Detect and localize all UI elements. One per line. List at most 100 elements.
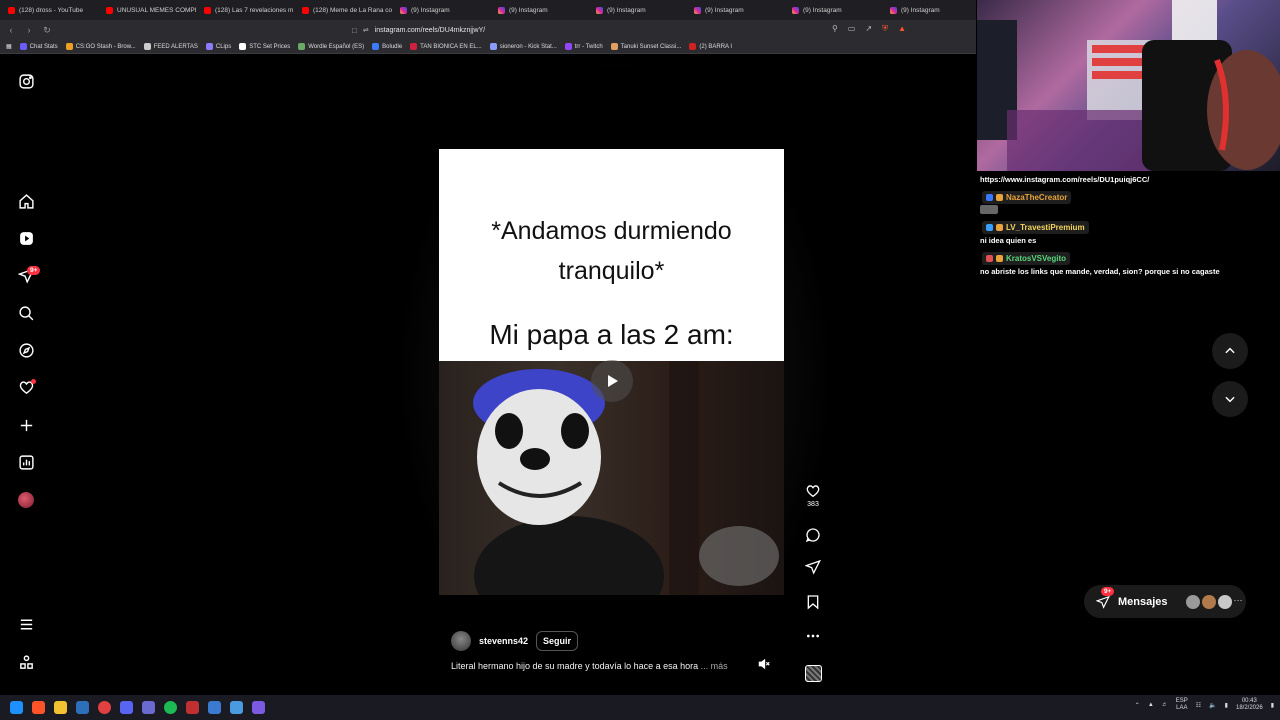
follow-button[interactable]: Seguir bbox=[536, 631, 579, 651]
browser-tab[interactable]: (128) Meme de La Rana co... bbox=[294, 0, 392, 20]
browser-tab[interactable]: (9) Instagram bbox=[392, 0, 490, 20]
instagram-icon bbox=[792, 6, 799, 14]
bookmark-item[interactable]: sioneron - Kick Stat... bbox=[489, 43, 557, 50]
app-icon[interactable] bbox=[252, 701, 265, 714]
language-indicator[interactable]: ESP LAA bbox=[1176, 698, 1188, 712]
clock-time: 00:43 bbox=[1241, 698, 1257, 704]
file-explorer-icon[interactable] bbox=[54, 701, 67, 714]
address-bar[interactable]: □ ⇌ instagram.com/reels/DU4mkznjjwY/ bbox=[352, 23, 912, 37]
like-action[interactable]: 383 bbox=[803, 483, 823, 508]
discord-icon[interactable] bbox=[120, 701, 133, 714]
address-text[interactable]: instagram.com/reels/DU4mkznjjwY/ bbox=[375, 27, 485, 34]
zoom-icon[interactable]: ⚲ bbox=[832, 24, 838, 34]
app-icon[interactable] bbox=[208, 701, 221, 714]
bookmark-item[interactable]: Boludle bbox=[372, 43, 402, 50]
bookmark-favicon-icon bbox=[564, 43, 572, 50]
steam-icon[interactable] bbox=[76, 701, 89, 714]
audio-thumbnail[interactable] bbox=[805, 665, 822, 682]
spotify-icon[interactable] bbox=[164, 701, 177, 714]
reload-icon[interactable]: ↻ bbox=[40, 25, 54, 36]
bookmark-item[interactable]: FEED ALERTAS bbox=[143, 43, 198, 50]
site-info-icon[interactable]: ⇌ bbox=[363, 26, 369, 34]
toolbar-actions: ⚲ ▭ ↗ ⛨ ▲ bbox=[832, 24, 906, 34]
search-icon[interactable] bbox=[17, 304, 35, 322]
more-apps-icon[interactable] bbox=[17, 653, 35, 671]
reel-video[interactable]: *Andamos durmiendo tranquilo* Mi papa a … bbox=[439, 67, 784, 684]
forward-icon[interactable]: › bbox=[22, 25, 36, 35]
bookmark-label: TAN BIONICA EN EL... bbox=[420, 43, 482, 50]
brave-rewards-icon[interactable]: ▲ bbox=[898, 24, 906, 34]
screen-icon[interactable]: ▭ bbox=[848, 24, 856, 34]
next-reel-button[interactable] bbox=[1212, 381, 1248, 417]
browser-tab[interactable]: (128) Las 7 revelaciones m... bbox=[196, 0, 294, 20]
browser-tab[interactable]: (9) Instagram bbox=[784, 0, 882, 20]
brave-shield-icon[interactable]: ⛨ bbox=[882, 24, 888, 34]
back-icon[interactable]: ‹ bbox=[4, 25, 18, 35]
wifi-icon[interactable]: ☷ bbox=[1196, 702, 1201, 709]
instagram-icon bbox=[694, 6, 701, 14]
apps-icon[interactable]: ▦ bbox=[6, 43, 12, 50]
share-icon[interactable]: ↗ bbox=[865, 24, 872, 34]
instagram-logo-icon[interactable] bbox=[17, 72, 35, 90]
notifications-icon[interactable]: ▮ bbox=[1271, 702, 1274, 709]
caption-more-link[interactable]: ... más bbox=[701, 661, 728, 671]
volume-icon[interactable]: ♬ bbox=[1162, 702, 1168, 708]
bookmark-item[interactable]: Tanuki Sunset Classi... bbox=[610, 43, 681, 50]
share-icon[interactable] bbox=[803, 559, 823, 575]
browser-tab[interactable]: (128) dross - YouTube bbox=[0, 0, 98, 20]
bookmark-item[interactable]: CS:GO Stash - Brow... bbox=[65, 43, 136, 50]
reels-icon[interactable] bbox=[17, 229, 35, 247]
instagram-icon bbox=[890, 6, 897, 14]
profile-avatar[interactable] bbox=[18, 492, 34, 508]
bookmark-item[interactable]: (2) BARRA I bbox=[689, 43, 732, 50]
author-name[interactable]: stevenns42 bbox=[479, 636, 528, 646]
activity-dot bbox=[31, 379, 36, 384]
network-icon[interactable]: ▲ bbox=[1148, 702, 1154, 708]
bookmark-label: Chat Stats bbox=[29, 43, 58, 50]
bookmark-item[interactable]: TAN BIONICA EN EL... bbox=[410, 43, 482, 50]
bookmark-item[interactable]: Chat Stats bbox=[19, 43, 58, 50]
menu-icon[interactable] bbox=[17, 615, 35, 633]
browser-tab[interactable]: (9) Instagram bbox=[490, 0, 588, 20]
bookmark-item[interactable]: CLips bbox=[205, 43, 231, 50]
like-heart-icon[interactable] bbox=[805, 483, 821, 499]
bookmark-item[interactable]: trr - Twitch bbox=[564, 43, 603, 50]
tray-chevron-icon[interactable]: ⌃ bbox=[1135, 702, 1140, 709]
home-icon[interactable] bbox=[17, 192, 35, 210]
clock[interactable]: 00:43 18/2/2026 bbox=[1236, 698, 1263, 712]
instagram-page: 9+ *Andamos durmiendo tranquilo* Mi papa… bbox=[0, 55, 976, 693]
tab-label: (9) Instagram bbox=[411, 6, 450, 14]
bookmark-star-icon[interactable]: □ bbox=[352, 26, 357, 35]
bookmark-item[interactable]: Wordle Español (ES) bbox=[298, 43, 364, 50]
app-icon[interactable] bbox=[142, 701, 155, 714]
browser-tab[interactable]: (9) Instagram bbox=[686, 0, 784, 20]
bookmark-item[interactable]: STC Set Prices bbox=[239, 43, 290, 50]
chrome-icon[interactable] bbox=[98, 701, 111, 714]
browser-tab[interactable]: (9) Instagram bbox=[882, 0, 976, 20]
browser-tab[interactable]: (9) Instagram bbox=[588, 0, 686, 20]
create-icon[interactable] bbox=[17, 416, 35, 434]
windows-start-icon[interactable] bbox=[10, 701, 23, 714]
app-icon[interactable] bbox=[230, 701, 243, 714]
more-dots-icon: ··· bbox=[1233, 594, 1243, 605]
author-avatar[interactable] bbox=[451, 631, 471, 651]
explore-icon[interactable] bbox=[17, 341, 35, 359]
brave-browser-icon[interactable] bbox=[32, 701, 45, 714]
recording-app-icon[interactable] bbox=[186, 701, 199, 714]
messages-badge: 9+ bbox=[1101, 587, 1115, 596]
more-options-icon[interactable] bbox=[803, 628, 823, 644]
bookmark-favicon-icon bbox=[372, 43, 380, 50]
tab-label: (9) Instagram bbox=[607, 6, 646, 14]
previous-reel-button[interactable] bbox=[1212, 333, 1248, 369]
mute-icon[interactable] bbox=[757, 657, 771, 671]
save-icon[interactable] bbox=[803, 594, 823, 610]
messages-button[interactable]: 9+ Mensajes ··· bbox=[1084, 585, 1246, 618]
comment-icon[interactable] bbox=[803, 527, 823, 543]
play-button[interactable] bbox=[591, 360, 633, 402]
browser-tab[interactable]: UNUSUAL MEMES COMPI... bbox=[98, 0, 196, 20]
badge-icon bbox=[986, 194, 993, 201]
meme-line-1: *Andamos durmiendo tranquilo* bbox=[491, 217, 732, 285]
speaker-icon[interactable]: 🔈 bbox=[1209, 702, 1216, 709]
battery-icon[interactable]: ▮ bbox=[1225, 702, 1228, 709]
dashboard-icon[interactable] bbox=[17, 453, 35, 471]
